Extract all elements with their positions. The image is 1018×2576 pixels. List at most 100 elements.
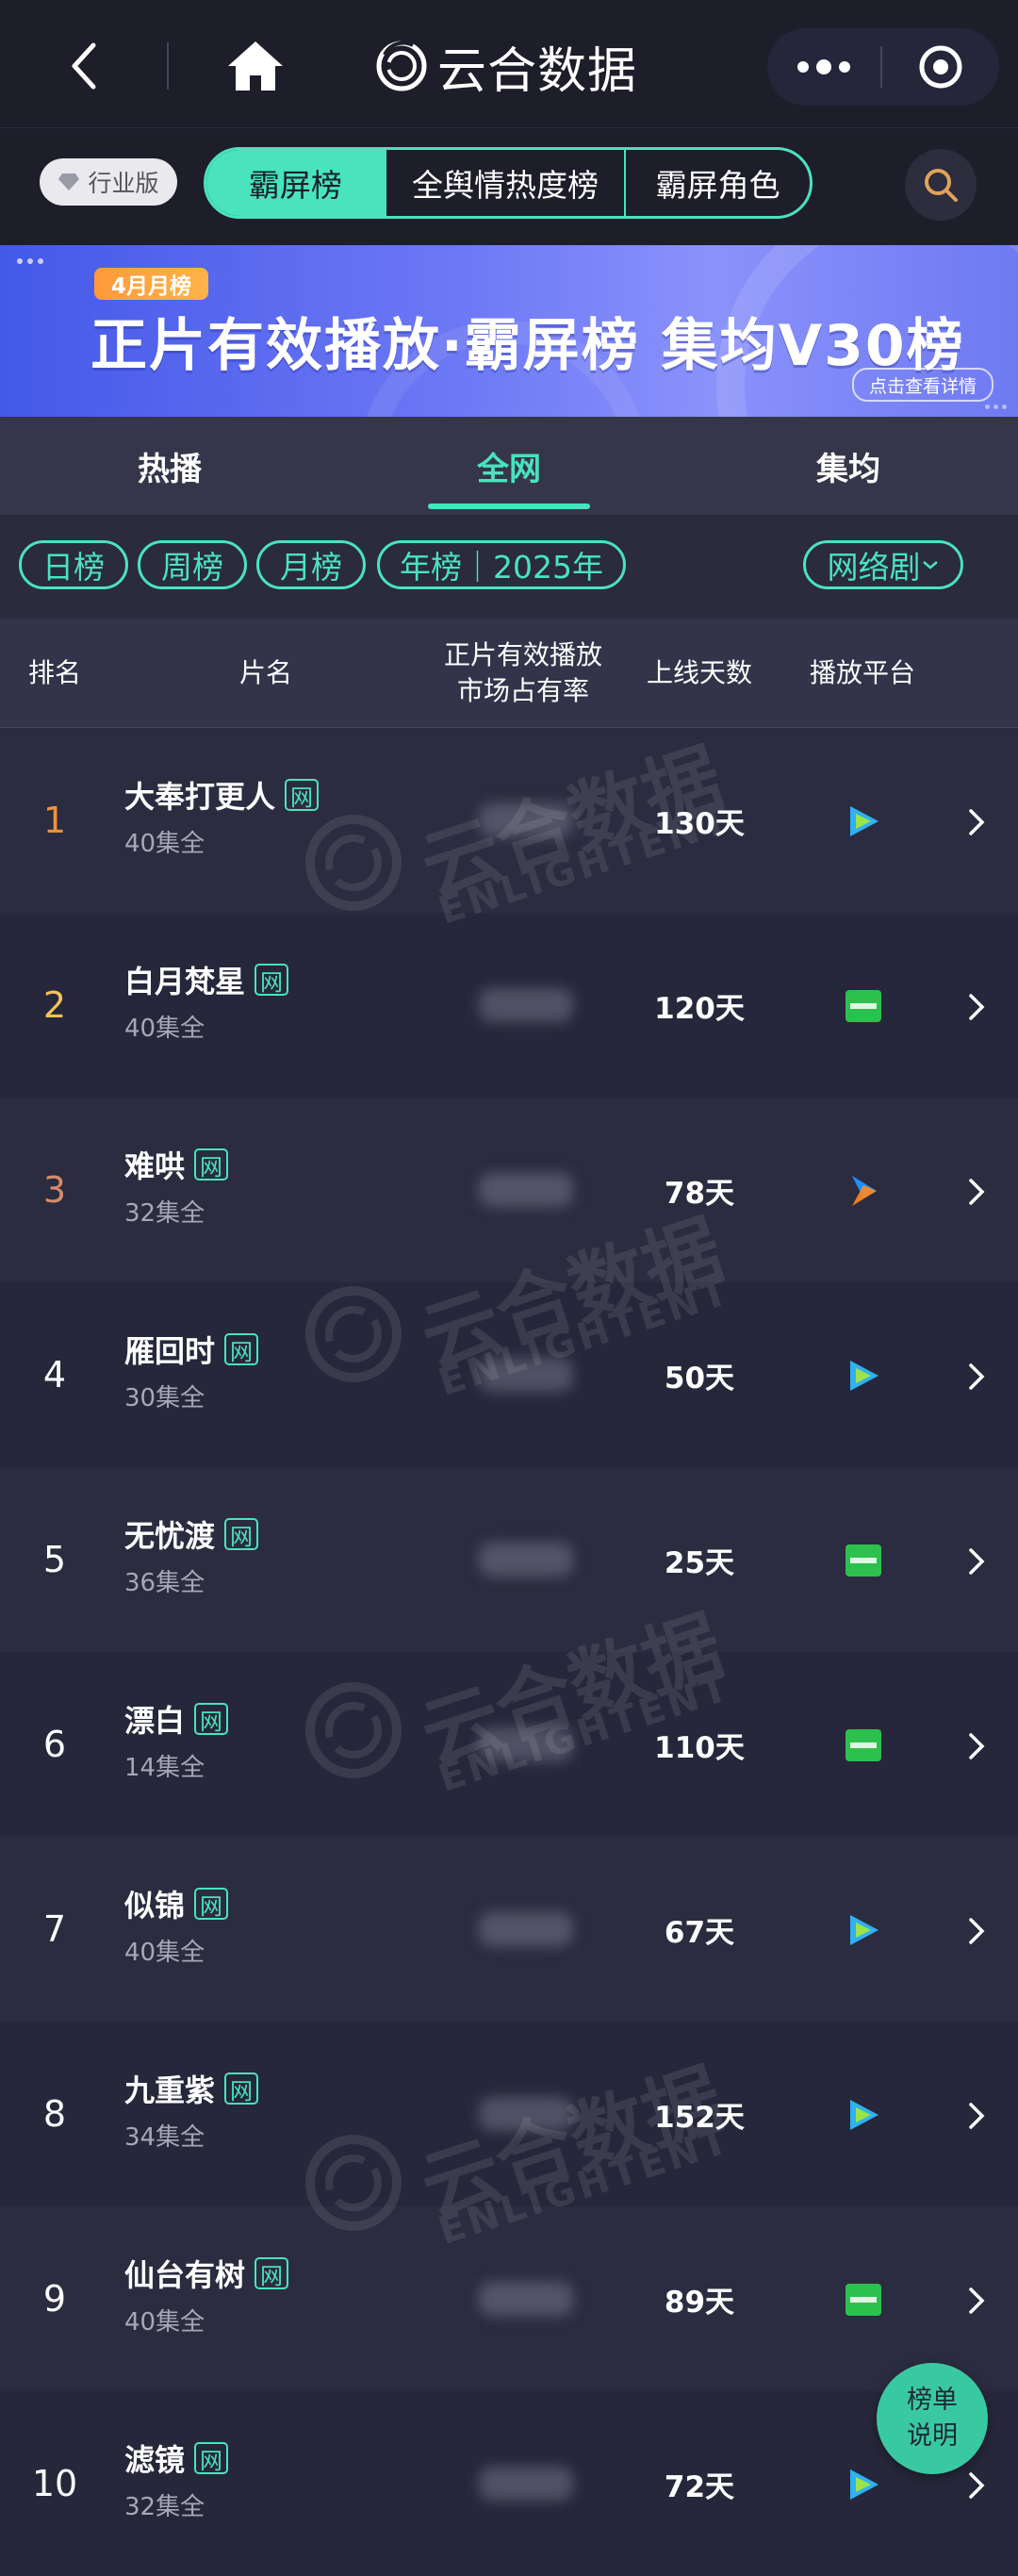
market-share-blurred xyxy=(479,803,573,837)
chip-daily[interactable]: 日榜 xyxy=(19,540,128,589)
edition-label: 行业版 xyxy=(88,170,159,197)
market-share-blurred xyxy=(479,2097,573,2131)
header-rank: 排名 xyxy=(27,656,81,688)
tab-per-episode[interactable]: 集均 xyxy=(679,417,1018,515)
header-share-line1: 正片有效播放 xyxy=(443,638,602,670)
segment-public-opinion[interactable]: 全舆情热度榜 xyxy=(386,150,627,216)
chip-monthly[interactable]: 月榜 xyxy=(256,540,366,589)
days-online: 110天 xyxy=(654,1730,745,1765)
episode-count: 30集全 xyxy=(124,1384,205,1412)
table-row[interactable]: 8 九重紫网 34集全 152天 xyxy=(0,2022,1018,2206)
drama-title: 仙台有树 xyxy=(124,2257,246,2293)
market-share-blurred xyxy=(479,1912,573,1946)
chevron-right-icon[interactable] xyxy=(961,1358,990,1395)
edition-badge[interactable]: 行业版 xyxy=(40,158,177,206)
chevron-right-icon[interactable] xyxy=(961,1727,990,1765)
table-row[interactable]: 3 难哄网 32集全 78天 xyxy=(0,1098,1018,1282)
drama-title: 大奉打更人 xyxy=(124,779,276,815)
table-row[interactable]: 4 雁回时网 30集全 50天 xyxy=(0,1282,1018,1467)
days-online: 78天 xyxy=(664,1176,735,1211)
chip-weekly[interactable]: 周榜 xyxy=(138,540,247,589)
chevron-right-icon[interactable] xyxy=(961,2282,990,2320)
chevron-right-icon[interactable] xyxy=(961,988,990,1026)
table-row[interactable]: 9 仙台有树网 40集全 89天 xyxy=(0,2206,1018,2391)
chevron-right-icon[interactable] xyxy=(961,2097,990,2135)
title-block: 大奉打更人网 40集全 xyxy=(124,773,320,859)
banner-indicator xyxy=(985,405,1007,409)
iqiyi-icon xyxy=(846,1544,881,1577)
episode-count: 14集全 xyxy=(124,1754,205,1782)
ranking-type-bar: 行业版 霸屏榜 全舆情热度榜 霸屏角色 xyxy=(0,128,1018,245)
search-button[interactable] xyxy=(905,149,977,221)
market-share-blurred xyxy=(479,1543,573,1577)
tencent-video-icon xyxy=(850,1915,878,1945)
network-badge: 网 xyxy=(194,1148,229,1181)
home-button[interactable] xyxy=(226,40,285,92)
home-icon xyxy=(228,41,283,91)
table-row[interactable]: 5 无忧渡网 36集全 25天 xyxy=(0,1467,1018,1652)
iqiyi-icon xyxy=(846,1729,881,1761)
ranking-explanation-button[interactable]: 榜单 说明 xyxy=(877,2363,988,2474)
title-block: 无忧渡网 36集全 xyxy=(124,1512,259,1598)
header-share-line2: 市场占有率 xyxy=(456,674,589,706)
days-online: 72天 xyxy=(664,2469,735,2504)
nav-divider xyxy=(167,42,169,90)
network-badge: 网 xyxy=(194,1888,229,1920)
tab-hot[interactable]: 热播 xyxy=(0,417,339,515)
chevron-right-icon[interactable] xyxy=(961,2467,990,2504)
days-online: 50天 xyxy=(664,1361,735,1395)
segment-roles[interactable]: 霸屏角色 xyxy=(626,150,810,216)
chevron-right-icon[interactable] xyxy=(961,1912,990,1950)
title-block: 漂白网 14集全 xyxy=(124,1697,229,1783)
back-button[interactable] xyxy=(64,41,104,91)
market-share-blurred xyxy=(479,1173,573,1207)
tab-all-network[interactable]: 全网 xyxy=(339,417,679,515)
chip-yearly[interactable]: 年榜｜2025年 xyxy=(377,540,626,589)
chevron-right-icon[interactable] xyxy=(961,1173,990,1211)
title-block: 难哄网 32集全 xyxy=(124,1143,229,1229)
episode-count: 32集全 xyxy=(124,1199,205,1228)
network-badge: 网 xyxy=(224,1333,259,1365)
days-online: 120天 xyxy=(654,991,745,1026)
episode-count: 40集全 xyxy=(124,1015,205,1043)
table-row[interactable]: 10 滤镜网 32集全 72天 xyxy=(0,2391,1018,2576)
banner-title: 正片有效播放·霸屏榜 集均V30榜 xyxy=(90,313,965,379)
header-platform: 播放平台 xyxy=(809,656,915,688)
table-row[interactable]: 7 似锦网 40集全 67天 xyxy=(0,1837,1018,2022)
banner-detail-link[interactable]: 点击查看详情 xyxy=(852,368,994,402)
drama-title: 难哄 xyxy=(124,1148,186,1184)
tencent-video-icon xyxy=(850,2100,878,2130)
network-badge: 网 xyxy=(224,2072,259,2105)
table-row[interactable]: 2 白月梵星网 40集全 120天 xyxy=(0,913,1018,1098)
iqiyi-icon xyxy=(846,2284,881,2316)
episode-count: 40集全 xyxy=(124,2308,205,2337)
banner-tag: 4月月榜 xyxy=(94,268,209,300)
table-row[interactable]: 1 大奉打更人网 40集全 130天 xyxy=(0,728,1018,913)
market-share-blurred xyxy=(479,1727,573,1761)
scope-tabs: 热播 全网 集均 xyxy=(0,417,1018,515)
drama-title: 雁回时 xyxy=(124,1333,216,1369)
brand-name: 云合数据 xyxy=(437,42,638,100)
network-badge: 网 xyxy=(254,2257,289,2289)
tencent-video-icon xyxy=(850,806,878,836)
dot-icon xyxy=(797,61,809,73)
episode-count: 32集全 xyxy=(124,2493,205,2521)
close-miniprogram-button[interactable] xyxy=(882,28,999,106)
chevron-left-icon xyxy=(72,42,96,90)
rank-number: 3 xyxy=(42,1169,67,1211)
tencent-video-icon xyxy=(850,2469,878,2500)
episode-count: 34集全 xyxy=(124,2123,205,2152)
rank-number: 6 xyxy=(42,1724,67,1765)
title-block: 九重紫网 34集全 xyxy=(124,2067,259,2153)
chevron-right-icon[interactable] xyxy=(961,803,990,841)
drama-title: 白月梵星 xyxy=(124,964,246,999)
promo-banner[interactable]: 4月月榜 正片有效播放·霸屏榜 集均V30榜 点击查看详情 xyxy=(0,245,1018,417)
youku-icon xyxy=(852,1176,877,1206)
diamond-icon xyxy=(58,173,80,190)
days-online: 25天 xyxy=(664,1545,735,1580)
genre-dropdown[interactable]: 网络剧 xyxy=(803,540,963,589)
segment-bapin[interactable]: 霸屏榜 xyxy=(206,150,386,216)
chevron-right-icon[interactable] xyxy=(961,1543,990,1580)
table-row[interactable]: 6 漂白网 14集全 110天 xyxy=(0,1652,1018,1837)
more-button[interactable] xyxy=(767,28,880,106)
